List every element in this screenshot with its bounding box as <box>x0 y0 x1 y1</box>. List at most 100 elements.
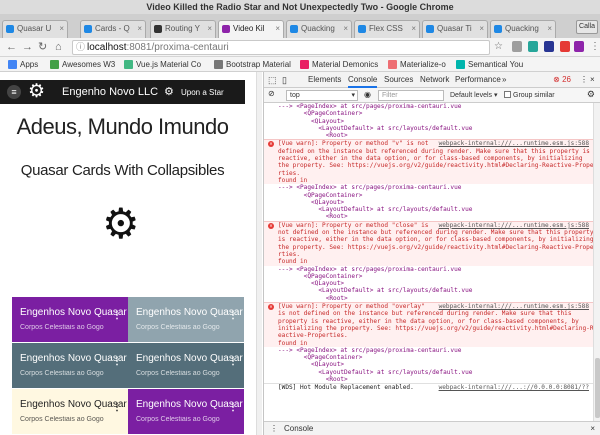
chevron-down-icon: ▾ <box>351 92 355 99</box>
more-vert-icon[interactable]: ⋮ <box>228 403 238 413</box>
card-title: Engenhos Novo Quasar <box>136 307 243 318</box>
console-error-line: the property. See: https://vuejs.org/v2/… <box>264 162 593 170</box>
source-link[interactable]: webpack-internal:///...runtime.esm.js:58… <box>439 222 589 229</box>
console-trace-line: <QPageContainer> <box>264 110 593 117</box>
extension-icon[interactable] <box>512 41 522 52</box>
bookmark-item[interactable]: Vue.js Material Co <box>124 59 201 70</box>
source-link[interactable]: webpack-internal:///...://0.0.0.0:8081/?… <box>439 384 589 391</box>
more-vert-icon[interactable]: ⋮ <box>112 357 122 367</box>
menu-icon[interactable]: ≡ <box>7 85 21 99</box>
bookmark-item[interactable]: Materialize-o <box>388 59 446 70</box>
console-scrollbar[interactable] <box>593 103 600 421</box>
console-line-text: [Vue warn]: Property or method "overlay" <box>278 303 425 311</box>
browser-tab[interactable]: Cards - Q × <box>80 20 146 38</box>
more-vert-icon[interactable]: ⋮ <box>112 403 122 413</box>
app-toolbar: ≡ ⚙ Engenho Novo LLC ⚙ Upon a Star <box>0 80 245 104</box>
bookmark-apps[interactable]: Apps <box>8 59 38 70</box>
levels-select[interactable]: Default levels ▾ <box>450 91 498 100</box>
extension-icon[interactable] <box>528 41 538 52</box>
profile-button[interactable]: Calla <box>576 20 598 34</box>
close-icon[interactable]: × <box>547 21 552 37</box>
quasar-card[interactable]: Engenhos Novo Quasar Corpos Celestiais ao… <box>12 389 128 434</box>
more-vert-icon[interactable]: ⋮ <box>112 311 122 321</box>
page-viewport: ≡ ⚙ Engenho Novo LLC ⚙ Upon a Star Adeus… <box>0 72 262 435</box>
drawer-menu-icon[interactable]: ⋮ <box>270 423 278 435</box>
forward-icon[interactable]: → <box>22 40 33 54</box>
group-similar-checkbox[interactable] <box>504 91 511 98</box>
close-icon[interactable]: × <box>343 21 348 37</box>
source-link[interactable]: webpack-internal:///...runtime.esm.js:58… <box>439 303 589 310</box>
console-trace-line: <Root> <box>264 376 593 383</box>
error-count-badge[interactable]: ⊗ 26 <box>553 74 571 86</box>
more-tabs-icon[interactable]: » <box>502 74 506 86</box>
console-error-line: found in <box>264 176 593 185</box>
tab-label: Cards - Q <box>95 24 130 33</box>
device-toggle-icon[interactable]: ▯ <box>282 74 287 86</box>
group-similar-toggle[interactable]: Group similar <box>504 91 555 100</box>
more-vert-icon[interactable]: ⋮ <box>228 311 238 321</box>
close-icon[interactable]: × <box>479 21 484 37</box>
close-icon[interactable]: × <box>137 21 142 37</box>
browser-tab[interactable]: Quacking × <box>490 20 556 38</box>
console-filter-input[interactable]: Filter <box>378 90 444 101</box>
error-icon: ⊗ <box>553 75 563 84</box>
close-icon[interactable]: × <box>590 74 595 86</box>
extension-icon[interactable] <box>544 41 554 52</box>
console-line-text: ---> <PageIndex> at src/pages/proxima-ce… <box>278 346 462 354</box>
close-icon[interactable]: × <box>59 21 64 37</box>
close-icon[interactable]: × <box>207 21 212 37</box>
browser-tab[interactable]: Quacking × <box>286 20 352 38</box>
quasar-card[interactable]: Engenhos Novo Quasar Corpos Celestiais ao… <box>128 389 244 434</box>
browser-tab-active[interactable]: Video Kil × <box>218 20 284 38</box>
quasar-card[interactable]: Engenhos Novo Quasar Corpos Celestiais ao… <box>128 343 244 388</box>
clear-console-icon[interactable]: ⊘ <box>268 89 275 98</box>
gear-icon[interactable]: ⚙ <box>164 85 174 99</box>
quasar-card[interactable]: Engenhos Novo Quasar Corpos Celestiais ao… <box>12 297 128 342</box>
console-settings-gear-icon[interactable]: ⚙ <box>587 89 595 100</box>
scrollbar-thumb[interactable] <box>595 358 600 418</box>
info-icon[interactable]: ⓘ <box>76 41 85 54</box>
bookmark-item[interactable]: Semantical You <box>456 59 523 70</box>
browser-tab[interactable]: Flex CSS × <box>354 20 420 38</box>
bookmark-star-icon[interactable]: ☆ <box>494 40 503 54</box>
browser-tab[interactable]: Quasar U × <box>2 20 68 38</box>
console-line-text: [Vue warn]: Property or method "close" i… <box>278 221 429 229</box>
bookmark-item[interactable]: Material Demonics <box>300 59 378 70</box>
bookmark-label: Awesomes W3 <box>62 60 116 69</box>
drawer-console-tab[interactable]: Console <box>284 423 313 435</box>
quasar-card[interactable]: Engenhos Novo Quasar Corpos Celestiais ao… <box>12 343 128 388</box>
quasar-card[interactable]: Engenhos Novo Quasar Corpos Celestiais ao… <box>128 297 244 342</box>
close-icon[interactable]: × <box>411 21 416 37</box>
reload-icon[interactable]: ↻ <box>38 40 47 54</box>
page-scrollbar[interactable] <box>256 72 262 435</box>
extension-icon[interactable] <box>574 41 584 52</box>
inspect-icon[interactable]: ⬚ <box>268 74 277 86</box>
tab-network[interactable]: Network <box>420 74 449 86</box>
back-icon[interactable]: ← <box>6 40 17 54</box>
close-icon[interactable]: × <box>275 21 280 37</box>
home-icon[interactable]: ⌂ <box>55 40 62 54</box>
console-trace-line: <LayoutDefault> at src/layouts/default.v… <box>264 125 593 132</box>
bookmark-item[interactable]: Bootstrap Material <box>214 59 291 70</box>
browser-tab[interactable]: Quasar Ti × <box>422 20 488 38</box>
upon-link[interactable]: Upon a Star <box>181 87 224 98</box>
source-link[interactable]: webpack-internal:///...runtime.esm.js:58… <box>439 141 589 148</box>
tab-sources[interactable]: Sources <box>384 74 413 86</box>
close-icon[interactable]: × <box>590 423 595 435</box>
tab-console[interactable]: Console <box>348 74 378 88</box>
console-error-line: property is reactive, either in the data… <box>264 317 593 325</box>
tab-elements[interactable]: Elements <box>308 74 341 86</box>
tab-performance[interactable]: Performance <box>455 74 501 86</box>
url-bar[interactable]: ⓘ localhost:8081/proxima-centauri <box>72 40 490 55</box>
console-line-text: the property. See: https://vuejs.org/v2/… <box>278 243 593 251</box>
eye-icon[interactable]: ◉ <box>364 90 371 99</box>
more-vert-icon[interactable]: ⋮ <box>228 357 238 367</box>
extension-icon[interactable] <box>560 41 570 52</box>
chrome-menu-icon[interactable]: ⋮ <box>590 40 600 54</box>
levels-label: Default levels <box>450 92 493 99</box>
address-toolbar: ← → ↻ ⌂ ⓘ localhost:8081/proxima-centauri… <box>0 38 600 57</box>
devtools-menu-icon[interactable]: ⋮ <box>580 74 588 86</box>
context-select[interactable]: top ▾ <box>286 90 358 101</box>
bookmark-item[interactable]: Awesomes W3 <box>50 59 115 70</box>
browser-tab[interactable]: Routing Y × <box>150 20 216 38</box>
